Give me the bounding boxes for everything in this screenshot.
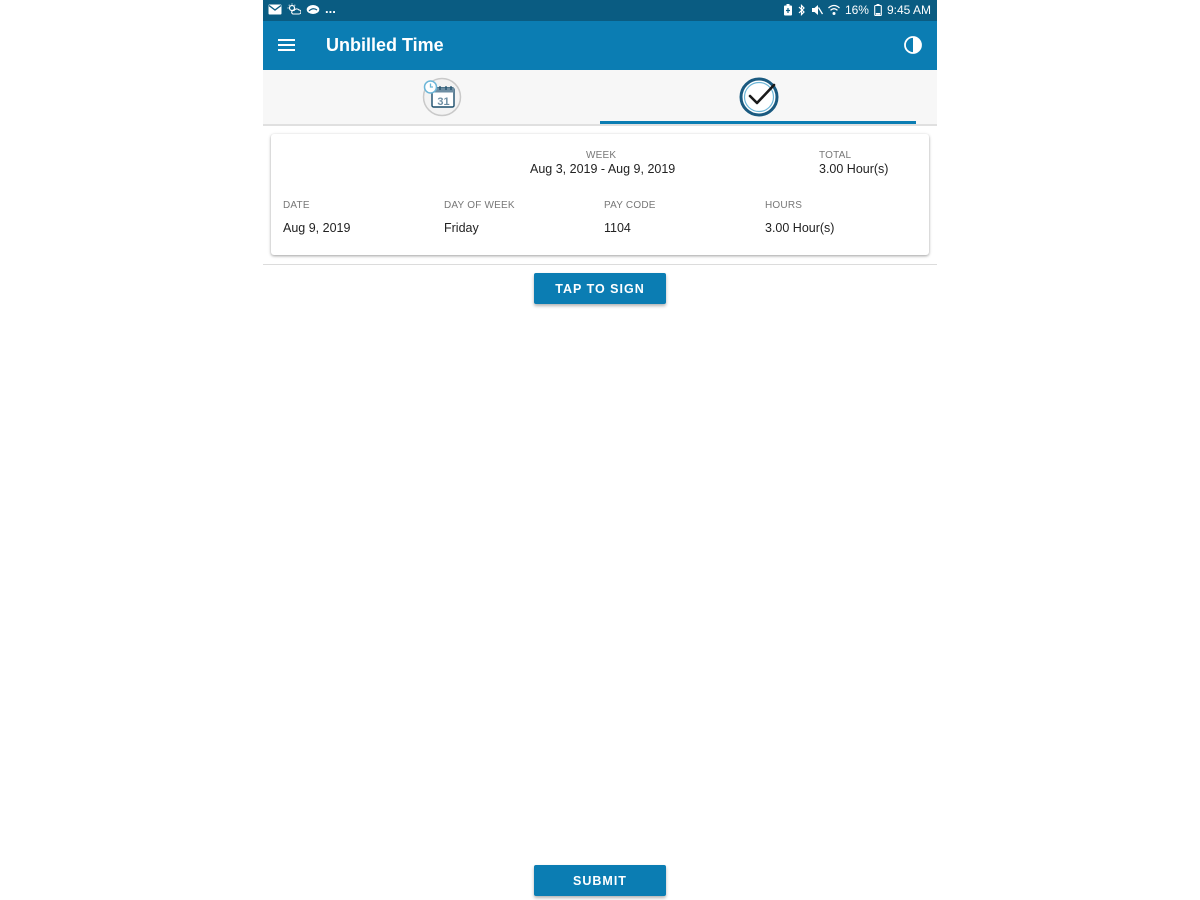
battery-percent: 16%: [844, 3, 869, 17]
status-overflow: ...: [325, 1, 336, 16]
section-divider: [263, 264, 937, 265]
battery-saver-icon: [783, 4, 793, 16]
time-summary-card: WEEK Aug 3, 2019 - Aug 9, 2019 TOTAL 3.0…: [271, 134, 929, 255]
tab-sign-off[interactable]: [600, 70, 937, 124]
battery-icon: [874, 4, 882, 16]
page-title: Unbilled Time: [326, 35, 444, 55]
submit-button[interactable]: SUBMIT: [534, 865, 666, 896]
row-day-of-week: Friday: [444, 221, 479, 235]
week-value: Aug 3, 2019 - Aug 9, 2019: [530, 162, 676, 176]
week-label: WEEK: [586, 150, 617, 161]
tab-bar: 31: [263, 70, 937, 126]
mail-icon: [268, 4, 282, 15]
tap-to-sign-button[interactable]: TAP TO SIGN: [534, 273, 666, 304]
total-label: TOTAL: [819, 150, 852, 161]
row-hours: 3.00 Hour(s): [765, 221, 835, 235]
row-date: Aug 9, 2019: [283, 221, 351, 235]
tab-time-entries[interactable]: 31: [263, 70, 600, 124]
wifi-icon: [828, 4, 840, 16]
app-bar: Unbilled Time: [263, 21, 937, 70]
column-header-hours: HOURS: [765, 200, 803, 211]
device-screen: ... 16% 9:45 AM Unbilled Time 31 WEEK Au…: [263, 0, 937, 900]
contrast-icon[interactable]: [903, 35, 923, 55]
hamburger-menu-icon[interactable]: [277, 35, 297, 55]
row-pay-code: 1104: [604, 221, 631, 235]
column-header-pay-code: PAY CODE: [604, 200, 656, 211]
column-header-day-of-week: DAY OF WEEK: [444, 200, 515, 211]
bluetooth-icon: [798, 4, 806, 16]
calendar-day-number: 31: [437, 96, 449, 108]
clock: 9:45 AM: [886, 3, 931, 17]
column-header-date: DATE: [283, 200, 310, 211]
calendar-clock-icon: 31: [421, 77, 463, 122]
weather-icon: [287, 3, 301, 15]
tab-active-indicator: [600, 121, 916, 124]
status-bar: ... 16% 9:45 AM: [263, 0, 937, 21]
check-circle-icon: [738, 77, 780, 122]
cloud-icon: [306, 4, 320, 15]
total-value: 3.00 Hour(s): [819, 162, 889, 176]
mute-icon: [811, 4, 823, 16]
